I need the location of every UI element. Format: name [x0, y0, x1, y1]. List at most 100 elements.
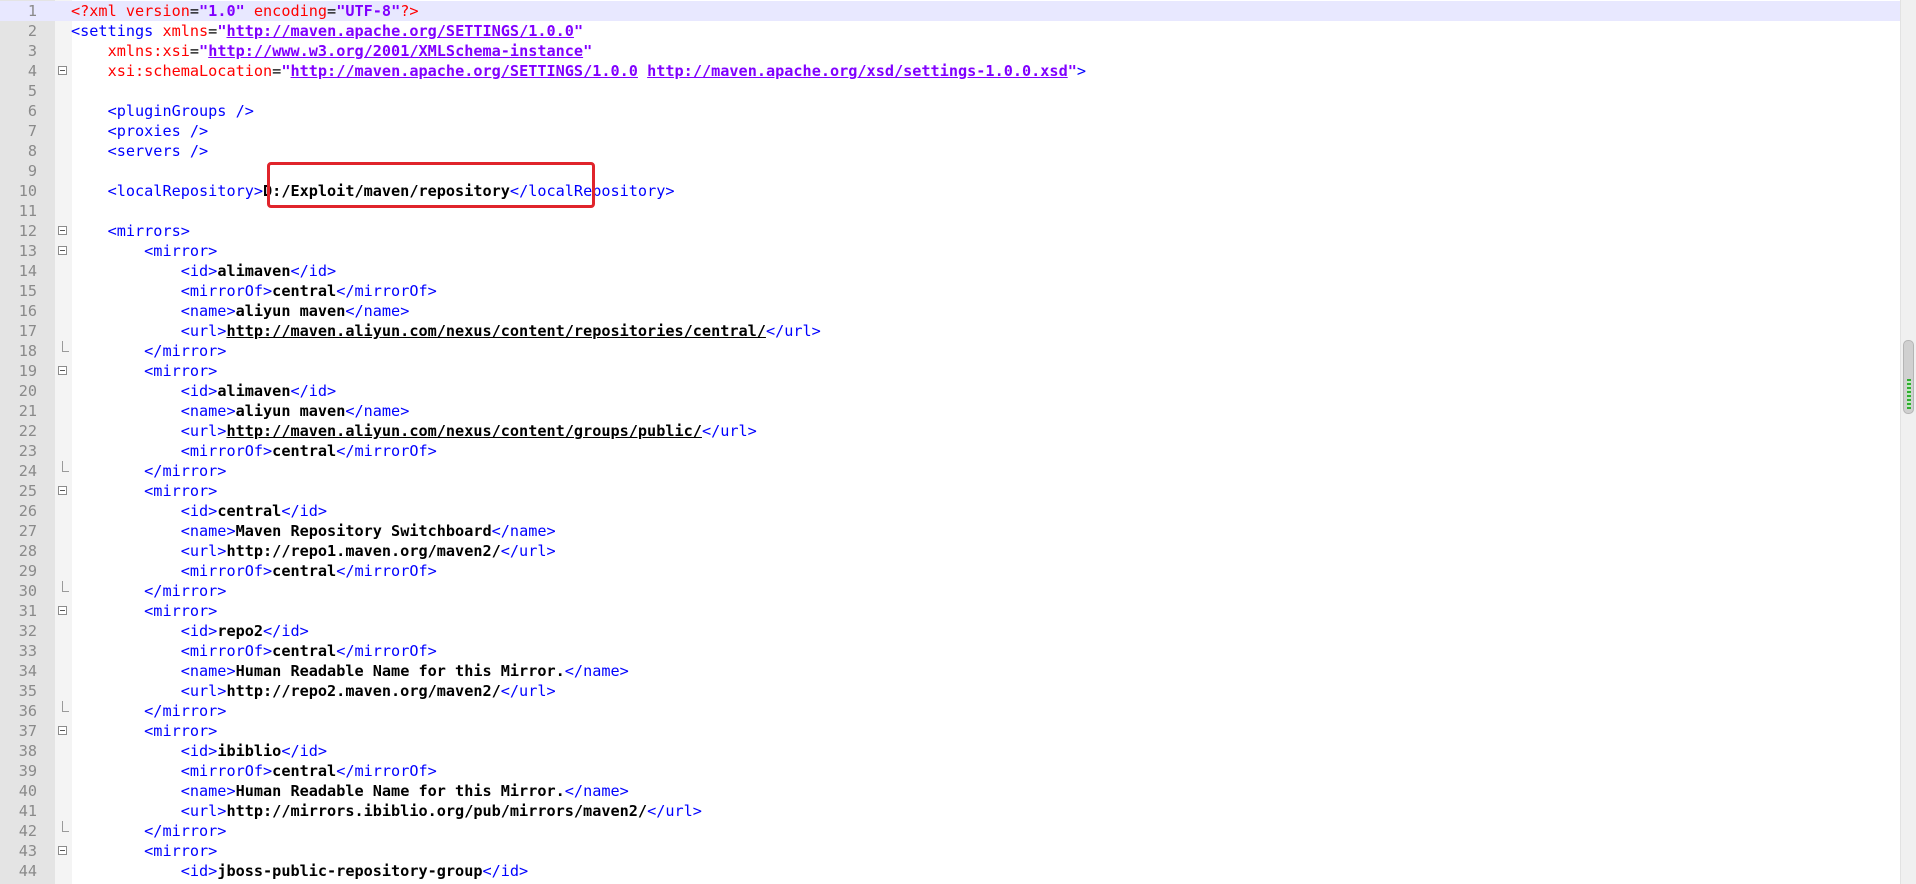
code-line[interactable]: 34 <name>Human Readable Name for this Mi… — [0, 661, 1900, 681]
code-token: <id> — [180, 622, 218, 640]
code-line[interactable]: 23 <mirrorOf>central</mirrorOf> — [0, 441, 1900, 461]
code-line[interactable]: 35 <url>http://repo2.maven.org/maven2/</… — [0, 681, 1900, 701]
code-line[interactable]: 32 <id>repo2</id> — [0, 621, 1900, 641]
code-line[interactable]: 1 <?xml version="1.0" encoding="UTF-8"?> — [0, 1, 1900, 21]
code-line[interactable]: 24 </mirror> — [0, 461, 1900, 481]
code-line[interactable]: 31 <mirror> — [0, 601, 1900, 621]
code-line[interactable]: 30 </mirror> — [0, 581, 1900, 601]
code-line[interactable]: 3 xmlns:xsi="http://www.w3.org/2001/XMLS… — [0, 41, 1900, 61]
code-line[interactable]: 33 <mirrorOf>central</mirrorOf> — [0, 641, 1900, 661]
code-token: <mirror> — [144, 722, 218, 740]
line-code[interactable]: xsi:schemaLocation="http://maven.apache.… — [71, 61, 1086, 81]
line-code[interactable]: <mirrorOf>central</mirrorOf> — [71, 561, 437, 581]
code-line[interactable]: 14 <id>alimaven</id> — [0, 261, 1900, 281]
line-code[interactable]: <name>Maven Repository Switchboard</name… — [71, 521, 556, 541]
line-code[interactable]: <id>alimaven</id> — [71, 261, 336, 281]
line-code[interactable]: </mirror> — [71, 461, 226, 481]
line-code[interactable]: <mirrorOf>central</mirrorOf> — [71, 441, 437, 461]
code-line[interactable]: 40 <name>Human Readable Name for this Mi… — [0, 781, 1900, 801]
line-code[interactable]: <name>Human Readable Name for this Mirro… — [71, 781, 629, 801]
code-token: encoding — [244, 2, 328, 20]
code-line[interactable]: 42 </mirror> — [0, 821, 1900, 841]
line-number: 12 — [18, 222, 37, 240]
line-code[interactable]: <servers /> — [71, 141, 209, 161]
code-line[interactable]: 19 <mirror> — [0, 361, 1900, 381]
line-code[interactable]: <mirrorOf>central</mirrorOf> — [71, 761, 437, 781]
line-code[interactable]: <url>http://repo1.maven.org/maven2/</url… — [71, 541, 556, 561]
code-line[interactable]: 25 <mirror> — [0, 481, 1900, 501]
code-line[interactable]: 44 <id>jboss-public-repository-group</id… — [0, 861, 1900, 881]
line-code[interactable]: <mirror> — [71, 361, 217, 381]
line-code[interactable]: </mirror> — [71, 581, 226, 601]
line-code[interactable]: <mirror> — [71, 481, 217, 501]
code-line[interactable]: 21 <name>aliyun maven</name> — [0, 401, 1900, 421]
fold-toggle-icon[interactable] — [58, 366, 67, 375]
line-code[interactable]: <mirrorOf>central</mirrorOf> — [71, 641, 437, 661]
code-line[interactable]: 26 <id>central</id> — [0, 501, 1900, 521]
code-line[interactable]: 12 <mirrors> — [0, 221, 1900, 241]
fold-toggle-icon[interactable] — [58, 486, 67, 495]
line-code[interactable]: <name>aliyun maven</name> — [71, 301, 410, 321]
code-line[interactable]: 38 <id>ibiblio</id> — [0, 741, 1900, 761]
fold-toggle-icon[interactable] — [58, 226, 67, 235]
line-code[interactable]: <name>Human Readable Name for this Mirro… — [71, 661, 629, 681]
line-code[interactable]: <id>jboss-public-repository-group</id> — [71, 861, 528, 881]
code-line[interactable]: 20 <id>alimaven</id> — [0, 381, 1900, 401]
fold-toggle-icon[interactable] — [58, 246, 67, 255]
code-line[interactable]: 2 <settings xmlns= "http://maven.apache.or… — [0, 21, 1900, 41]
code-line[interactable]: 17 <url>http://maven.aliyun.com/nexus/co… — [0, 321, 1900, 341]
code-line[interactable]: 16 <name>aliyun maven</name> — [0, 301, 1900, 321]
line-code[interactable]: <id>central</id> — [71, 501, 327, 521]
line-code[interactable]: <id>alimaven</id> — [71, 381, 336, 401]
code-line[interactable]: 37 <mirror> — [0, 721, 1900, 741]
scrollbar-thumb[interactable] — [1903, 340, 1914, 414]
line-code[interactable]: <url>http://maven.aliyun.com/nexus/conte… — [71, 421, 757, 441]
line-code[interactable]: </mirror> — [71, 701, 226, 721]
line-code[interactable]: <pluginGroups /> — [71, 101, 254, 121]
code-line[interactable]: 6 <pluginGroups /> — [0, 101, 1900, 121]
line-code[interactable]: <mirror> — [71, 601, 217, 621]
line-code[interactable]: <name>aliyun maven</name> — [71, 401, 410, 421]
code-line[interactable]: 29 <mirrorOf>central</mirrorOf> — [0, 561, 1900, 581]
line-code[interactable]: <id>ibiblio</id> — [71, 741, 327, 761]
code-line[interactable]: 22 <url>http://maven.aliyun.com/nexus/co… — [0, 421, 1900, 441]
code-line[interactable]: 5 — [0, 81, 1900, 101]
line-code[interactable]: <mirrorOf>central</mirrorOf> — [71, 281, 437, 301]
code-editor[interactable]: 1 <?xml version="1.0" encoding="UTF-8"?> 2… — [0, 0, 1916, 884]
line-code[interactable]: <id>repo2</id> — [71, 621, 309, 641]
line-code[interactable]: <?xml version="1.0" encoding="UTF-8"?> — [71, 1, 419, 21]
fold-toggle-icon[interactable] — [58, 846, 67, 855]
fold-toggle-icon[interactable] — [58, 606, 67, 615]
code-line[interactable]: 18 </mirror> — [0, 341, 1900, 361]
fold-toggle-icon[interactable] — [58, 66, 67, 75]
line-code[interactable]: xmlns:xsi="http://www.w3.org/2001/XMLSch… — [71, 41, 593, 61]
line-code[interactable]: <url>http://maven.aliyun.com/nexus/conte… — [71, 321, 821, 341]
code-line[interactable]: 43 <mirror> — [0, 841, 1900, 861]
code-line[interactable]: 13 <mirror> — [0, 241, 1900, 261]
line-code[interactable]: <mirrors> — [71, 221, 190, 241]
fold-toggle-icon[interactable] — [58, 726, 67, 735]
code-line[interactable]: 27 <name>Maven Repository Switchboard</n… — [0, 521, 1900, 541]
code-line[interactable]: 8 <servers /> — [0, 141, 1900, 161]
code-line[interactable]: 15 <mirrorOf>central</mirrorOf> — [0, 281, 1900, 301]
line-code[interactable]: <url>http://repo2.maven.org/maven2/</url… — [71, 681, 556, 701]
code-line[interactable]: 41 <url>http://mirrors.ibiblio.org/pub/m… — [0, 801, 1900, 821]
code-token: </mirrorOf> — [336, 442, 437, 460]
line-code[interactable]: <mirror> — [71, 241, 217, 261]
line-code[interactable]: <proxies /> — [71, 121, 209, 141]
code-line[interactable]: 39 <mirrorOf>central</mirrorOf> — [0, 761, 1900, 781]
code-line[interactable]: 28 <url>http://repo1.maven.org/maven2/</… — [0, 541, 1900, 561]
code-line[interactable]: 4 xsi:schemaLocation="http://maven.apach… — [0, 61, 1900, 81]
line-code[interactable]: <mirror> — [71, 841, 217, 861]
line-code[interactable]: </mirror> — [71, 821, 226, 841]
code-token: central — [272, 762, 337, 780]
line-code[interactable]: <url>http://mirrors.ibiblio.org/pub/mirr… — [71, 801, 702, 821]
code-line[interactable]: 7 <proxies /> — [0, 121, 1900, 141]
line-number: 16 — [18, 302, 37, 320]
line-code[interactable]: <mirror> — [71, 721, 217, 741]
vertical-scrollbar[interactable] — [1900, 0, 1916, 884]
code-line[interactable]: 36 </mirror> — [0, 701, 1900, 721]
line-code[interactable]: <settings xmlns= "http://maven.apache.org… — [71, 21, 583, 41]
line-code[interactable]: </mirror> — [71, 341, 226, 361]
